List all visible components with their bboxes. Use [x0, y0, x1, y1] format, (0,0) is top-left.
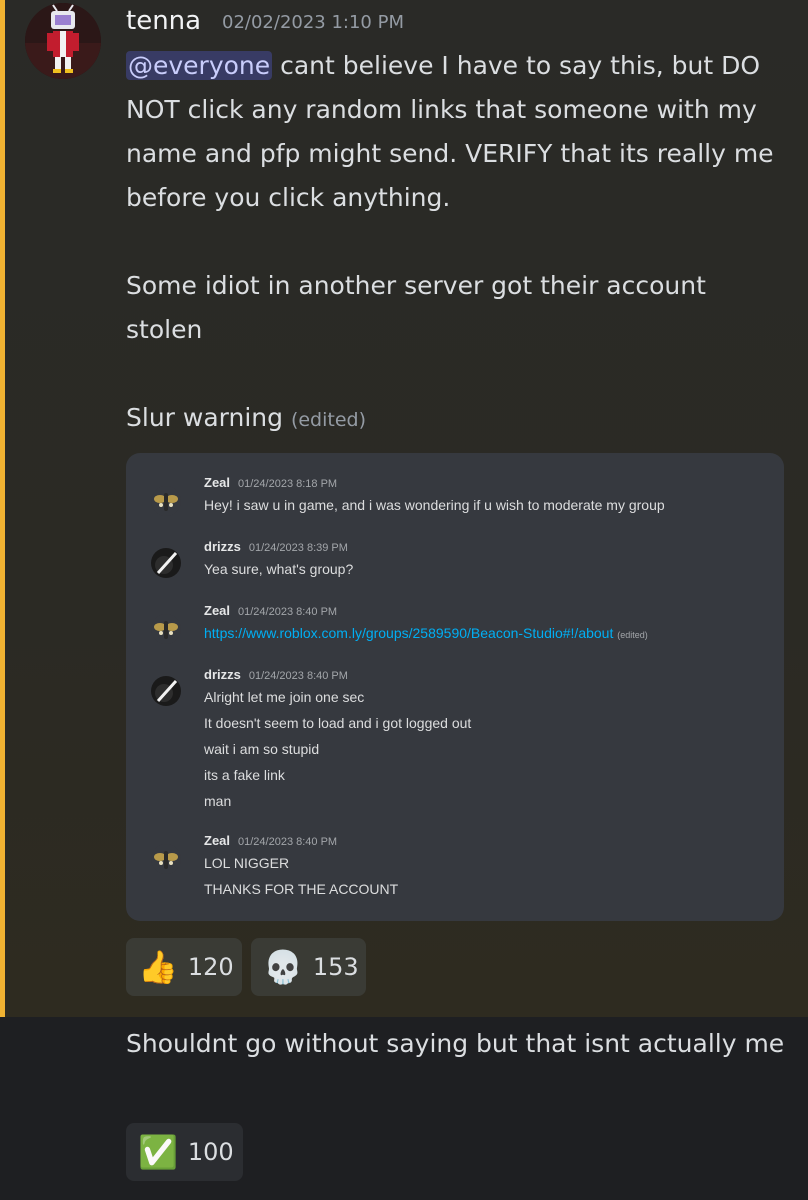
zeal-avatar: [151, 614, 181, 644]
drizzs-avatar: [151, 676, 181, 706]
slur-warning-text: Slur warning: [126, 403, 283, 432]
phishing-link[interactable]: https://www.roblox.com.ly/groups/2589590…: [204, 625, 613, 641]
mention-highlight-bar: [0, 0, 5, 1017]
embed-line: Hey! i saw u in game, and i was wonderin…: [204, 497, 665, 513]
zeal-avatar: [151, 486, 181, 516]
embed-author: Zeal: [204, 833, 231, 848]
reaction-count: 100: [187, 1138, 234, 1166]
reaction-count: 153: [312, 953, 359, 981]
reaction-check-mark[interactable]: ✅ 100: [126, 1123, 243, 1181]
embed-author: Zeal: [204, 475, 231, 490]
drizzs-avatar: [151, 548, 181, 578]
message-paragraph-3: Slur warning (edited): [126, 396, 786, 442]
embed-edited-label: (edited): [617, 630, 648, 640]
edited-label: (edited): [290, 409, 367, 431]
embed-line: It doesn't seem to load and i got logged…: [204, 715, 472, 731]
zeal-avatar: [151, 844, 181, 874]
everyone-mention[interactable]: @everyone: [126, 51, 273, 80]
message-timestamp: 02/02/2023 1:10 PM: [222, 12, 404, 33]
thumbs-up-icon: 👍: [138, 948, 178, 986]
reaction-skull[interactable]: 💀 153: [251, 938, 366, 996]
followup-message: Shouldnt go without saying but that isnt…: [126, 1029, 785, 1058]
embed-line: man: [204, 793, 232, 809]
embed-author: drizzs: [204, 667, 241, 682]
embed-time: 01/24/2023 8:40 PM: [238, 836, 338, 848]
reaction-thumbs-up[interactable]: 👍 120: [126, 938, 242, 996]
author-name[interactable]: tenna: [126, 6, 201, 36]
author-avatar[interactable]: [25, 3, 101, 79]
check-mark-icon: ✅: [138, 1133, 178, 1171]
message-content: @everyone cant believe I have to say thi…: [126, 44, 786, 442]
embed-author: drizzs: [204, 539, 241, 554]
embed-line: its a fake link: [204, 767, 285, 783]
embed-time: 01/24/2023 8:40 PM: [238, 606, 338, 618]
reaction-count: 120: [187, 953, 234, 981]
embed-line: wait i am so stupid: [204, 741, 320, 757]
embed-line: Alright let me join one sec: [204, 689, 365, 705]
embed-author: Zeal: [204, 603, 231, 618]
screenshot-attachment[interactable]: Zeal 01/24/2023 8:18 PM Hey! i saw u in g…: [126, 453, 784, 921]
embed-time: 01/24/2023 8:40 PM: [248, 670, 348, 682]
embed-time: 01/24/2023 8:18 PM: [238, 478, 338, 490]
embed-line: Yea sure, what's group?: [204, 561, 354, 577]
message-paragraph-2: Some idiot in another server got their a…: [126, 271, 706, 344]
embed-line: LOL NIGGER: [204, 855, 290, 871]
skull-icon: 💀: [263, 948, 303, 986]
message-paragraph-1: @everyone cant believe I have to say thi…: [126, 44, 786, 220]
embed-time: 01/24/2023 8:39 PM: [248, 542, 348, 554]
embed-line: THANKS FOR THE ACCOUNT: [204, 881, 399, 897]
